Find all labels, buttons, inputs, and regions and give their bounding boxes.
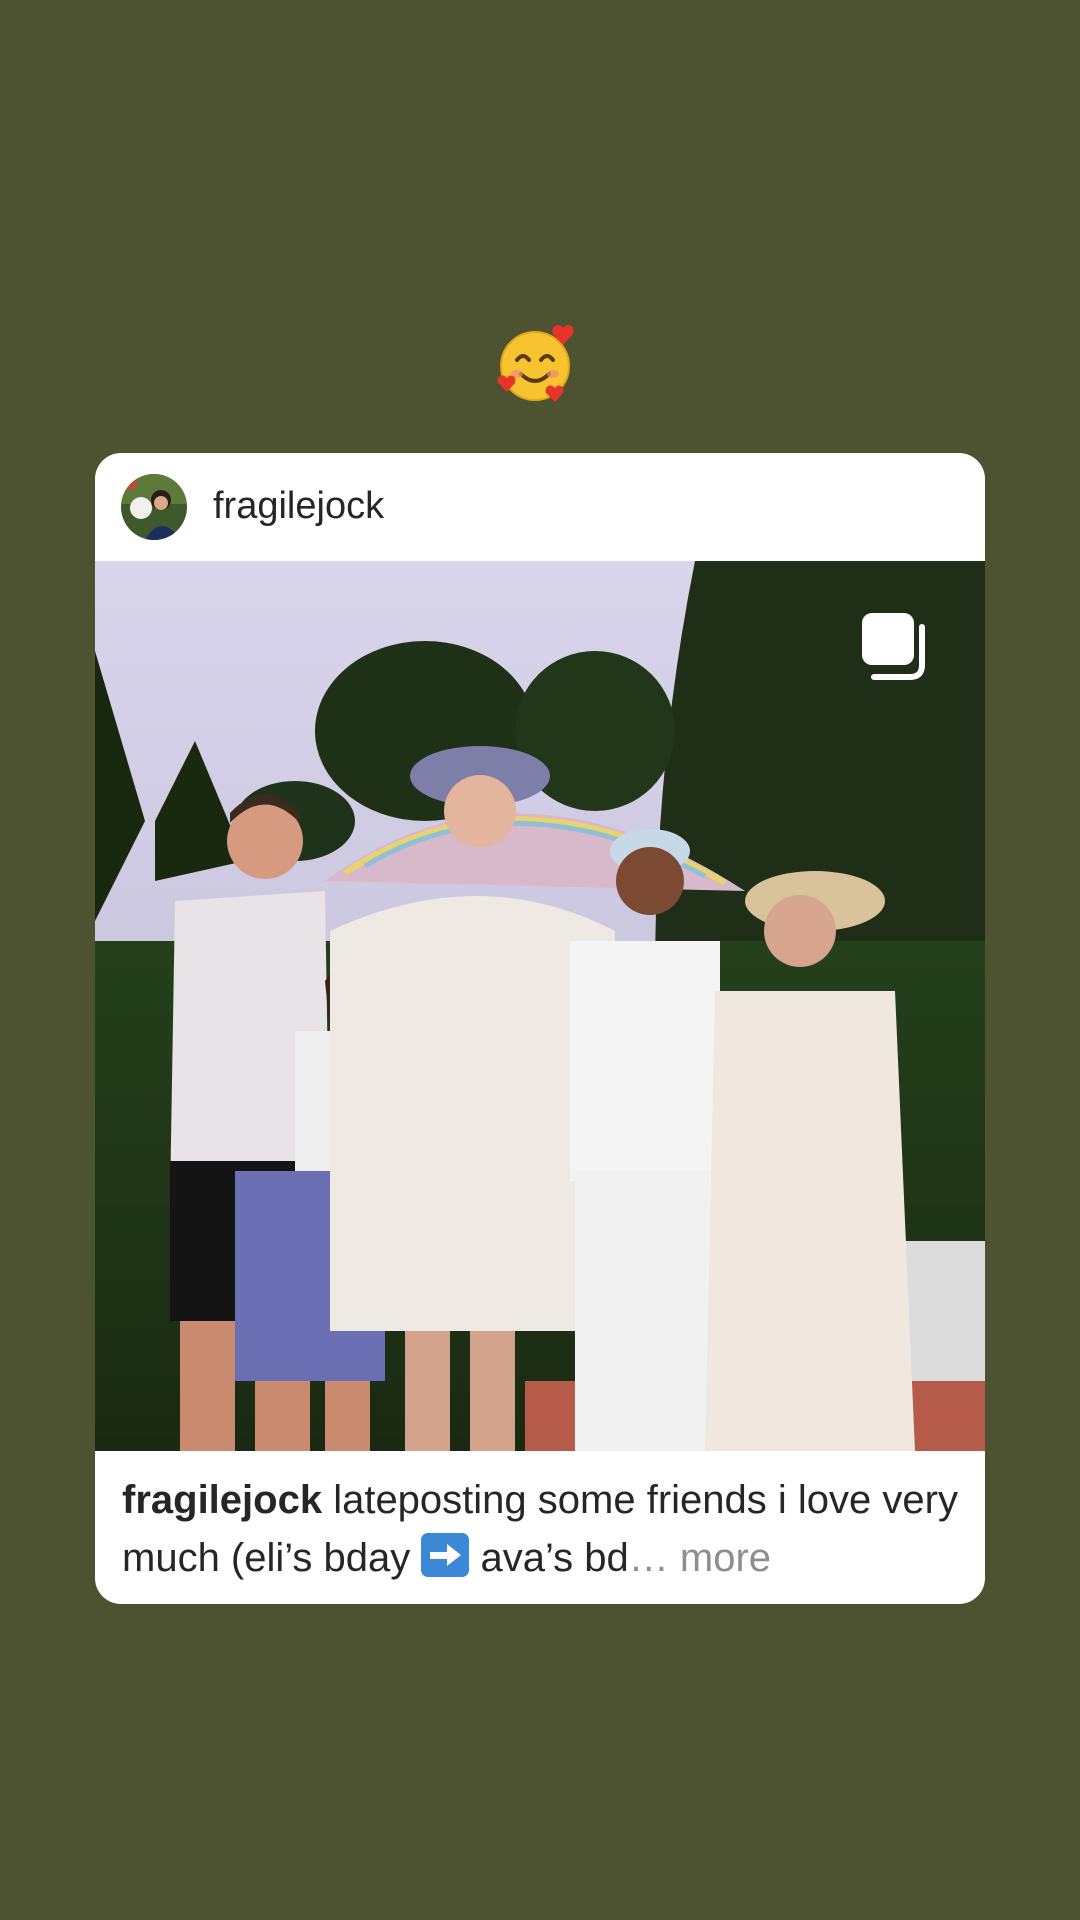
- post-username[interactable]: fragilejock: [213, 481, 384, 531]
- smiling-face-with-hearts-icon[interactable]: [497, 322, 581, 404]
- profile-avatar[interactable]: [121, 474, 187, 540]
- post-header: fragilejock: [95, 453, 985, 561]
- post-photo[interactable]: [95, 561, 985, 1451]
- carousel-multiple-icon: [860, 611, 930, 681]
- caption-more-link[interactable]: … more: [629, 1536, 771, 1580]
- shared-post-card[interactable]: fragilejock fragilejock lateposting some…: [95, 453, 985, 1604]
- right-arrow-emoji-icon: [421, 1533, 470, 1577]
- caption-username[interactable]: fragilejock: [122, 1478, 322, 1522]
- story-screen: fragilejock fragilejock lateposting some…: [0, 0, 1080, 1920]
- caption-text-continued: ava’s bd: [469, 1536, 629, 1580]
- post-caption[interactable]: fragilejock lateposting some friends i l…: [122, 1471, 962, 1587]
